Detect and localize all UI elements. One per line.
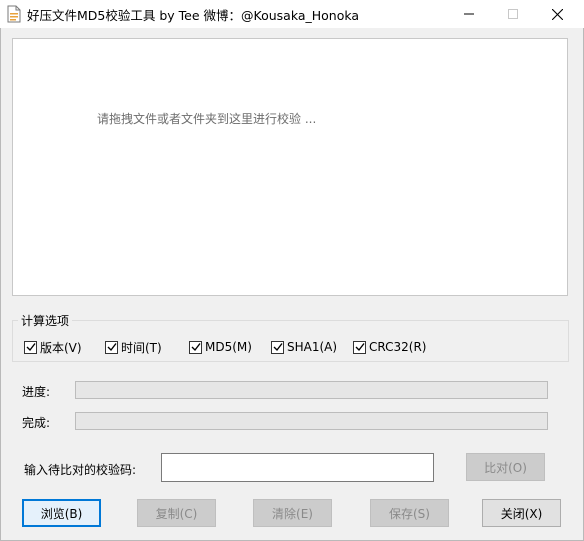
checkbox-label: 时间(T) [121, 340, 162, 355]
window-title: 好压文件MD5校验工具 by Tee 微博：@Kousaka_Honoka [27, 8, 360, 23]
checkmark-icon [355, 343, 365, 352]
clear-button[interactable]: 清除(E) [253, 499, 332, 527]
checkbox-label: 版本(V) [40, 340, 82, 355]
minimize-button[interactable] [446, 0, 492, 28]
close-app-button[interactable]: 关闭(X) [482, 499, 561, 527]
minimize-icon [464, 13, 474, 15]
checkbox-label: CRC32(R) [369, 340, 427, 354]
compare-hash-input[interactable] [161, 453, 434, 482]
checkbox-label: MD5(M) [205, 340, 252, 354]
compare-input-label: 输入待比对的校验码: [24, 463, 137, 477]
maximize-button [490, 0, 536, 28]
close-icon [551, 8, 563, 20]
checkmark-icon [107, 343, 117, 352]
checkbox-md5[interactable]: MD5(M) [189, 339, 252, 355]
checkmark-icon [26, 343, 36, 352]
close-window-button[interactable] [534, 0, 580, 28]
progress-bar [75, 381, 548, 399]
file-drop-area[interactable]: 请拖拽文件或者文件夹到这里进行校验 ... [12, 38, 568, 296]
checkbox-time[interactable]: 时间(T) [105, 339, 162, 355]
checkbox-box[interactable] [271, 340, 284, 354]
checkbox-box[interactable] [189, 340, 202, 354]
checkbox-crc32[interactable]: CRC32(R) [353, 339, 426, 355]
checkbox-box[interactable] [105, 340, 118, 354]
done-label: 完成: [22, 416, 51, 430]
options-group-label: 计算选项 [18, 312, 73, 329]
checkmark-icon [191, 343, 201, 352]
compare-button[interactable]: 比对(O) [466, 453, 545, 481]
save-button[interactable]: 保存(S) [370, 499, 449, 527]
checkbox-box[interactable] [24, 340, 37, 354]
checkbox-box[interactable] [353, 340, 366, 354]
progress-label: 进度: [22, 385, 51, 399]
window-frame-left [0, 28, 1, 541]
app-icon [7, 5, 21, 23]
checkbox-version[interactable]: 版本(V) [24, 339, 82, 355]
browse-button[interactable]: 浏览(B) [22, 499, 101, 527]
done-progress-bar [75, 412, 548, 430]
checkbox-label: SHA1(A) [287, 340, 338, 354]
maximize-icon [508, 9, 518, 19]
checkmark-icon [273, 343, 283, 352]
drop-hint-text: 请拖拽文件或者文件夹到这里进行校验 ... [97, 112, 317, 126]
checkbox-sha1[interactable]: SHA1(A) [271, 339, 337, 355]
copy-button[interactable]: 复制(C) [137, 499, 216, 527]
title-bar[interactable]: 好压文件MD5校验工具 by Tee 微博：@Kousaka_Honoka [0, 0, 584, 28]
